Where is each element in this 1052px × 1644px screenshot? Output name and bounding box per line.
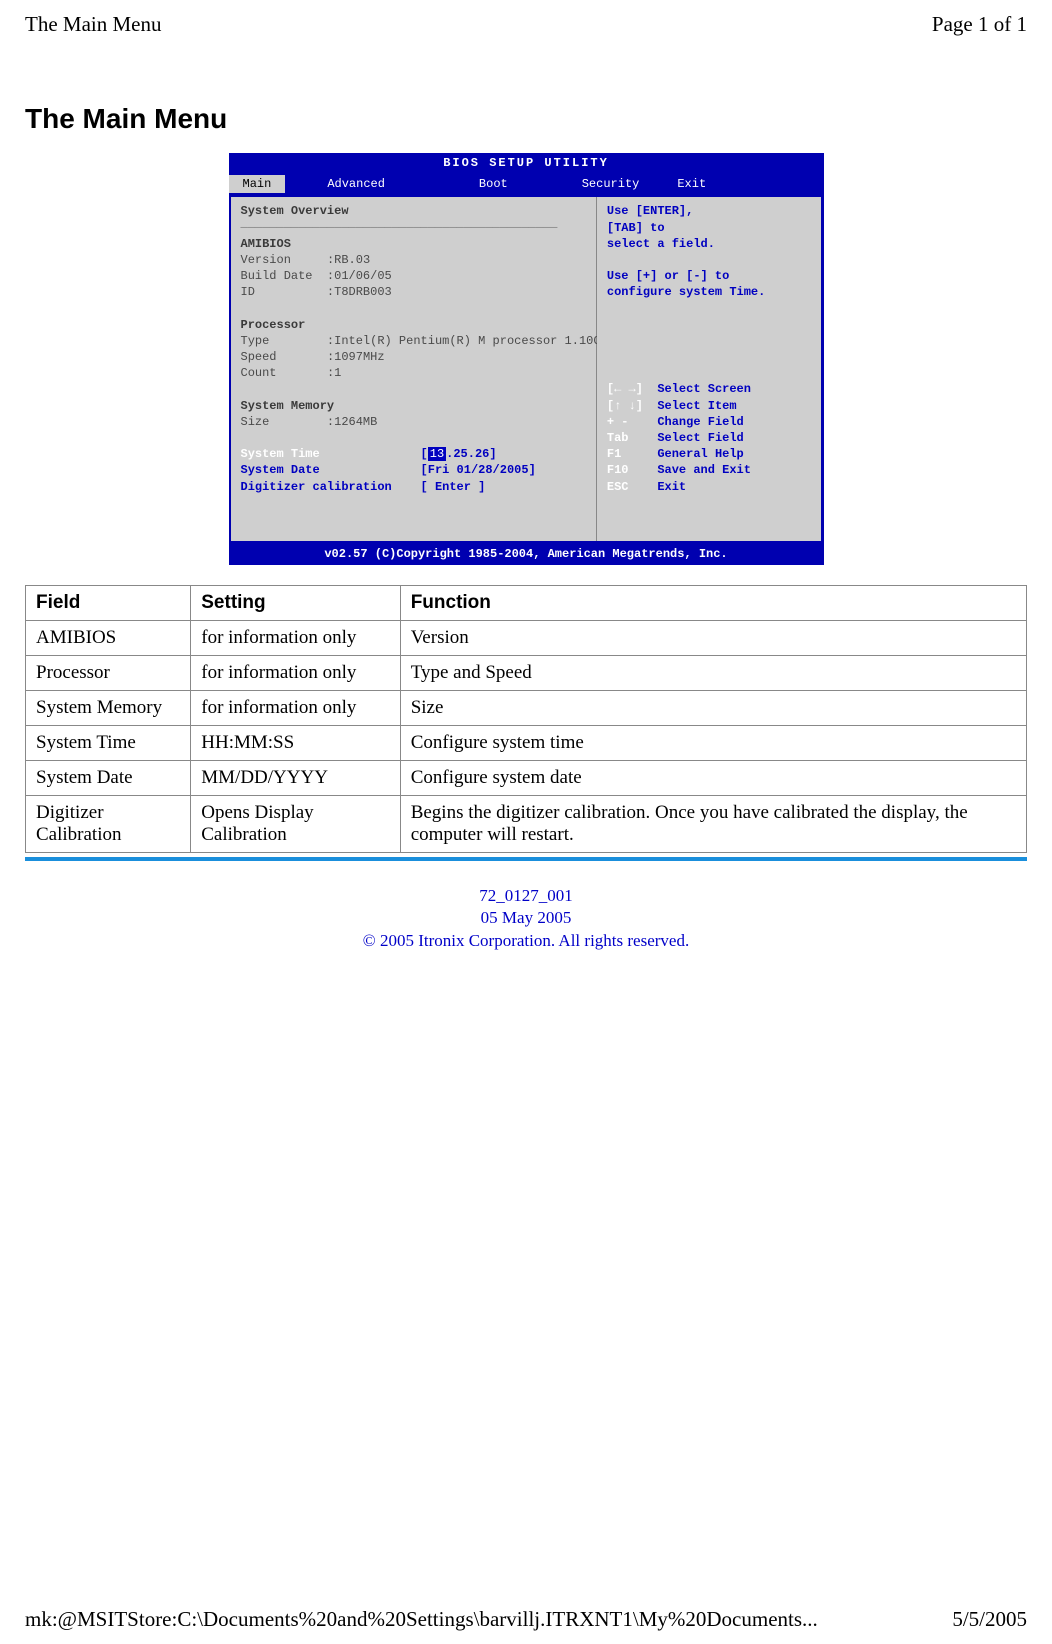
- bios-k1a: [← →]: [607, 382, 643, 396]
- cell-function: Version: [400, 621, 1026, 656]
- cell-function: Size: [400, 691, 1026, 726]
- cell-setting: for information only: [191, 656, 400, 691]
- bios-digi-label: Digitizer calibration: [241, 480, 392, 494]
- cell-setting: Opens Display Calibration: [191, 796, 400, 853]
- bios-proc-head: Processor: [241, 317, 586, 333]
- cell-function: Begins the digitizer calibration. Once y…: [400, 796, 1026, 853]
- bios-tab-exit: Exit: [663, 175, 720, 193]
- bios-size-label: Size: [241, 415, 270, 429]
- bios-footer: v02.57 (C)Copyright 1985-2004, American …: [229, 543, 824, 565]
- bios-k2a: [↑ ↓]: [607, 399, 643, 413]
- bios-digi-val: [ Enter ]: [421, 480, 486, 494]
- bios-bd-val: :01/06/05: [327, 269, 392, 283]
- header-bar: The Main Menu Page 1 of 1: [0, 0, 1052, 43]
- bios-help2: [TAB] to: [607, 220, 812, 236]
- bios-tab-main: Main: [229, 175, 286, 193]
- bios-tabs: Main Advanced Boot Security Exit: [229, 173, 824, 195]
- bios-k5a: F1: [607, 447, 621, 461]
- th-function: Function: [400, 586, 1026, 621]
- bios-k5b: General Help: [657, 447, 743, 461]
- bios-sysdate-label: System Date: [241, 463, 320, 477]
- table-row: System Date MM/DD/YYYY Configure system …: [26, 761, 1027, 796]
- bios-help4: Use [+] or [-] to: [607, 268, 812, 284]
- cell-setting: for information only: [191, 621, 400, 656]
- bios-tab-security: Security: [568, 175, 654, 193]
- doc-footer-l1: 72_0127_001: [0, 885, 1052, 907]
- cell-field: System Memory: [26, 691, 191, 726]
- bios-screenshot-wrap: BIOS SETUP UTILITY Main Advanced Boot Se…: [25, 153, 1027, 565]
- bios-ver-label: Version: [241, 253, 291, 267]
- bios-title: BIOS SETUP UTILITY: [229, 153, 824, 173]
- cell-function: Configure system date: [400, 761, 1026, 796]
- bios-k1b: Select Screen: [657, 382, 751, 396]
- bios-k3a: + -: [607, 415, 629, 429]
- bios-help5: configure system Time.: [607, 284, 812, 300]
- cell-field: System Time: [26, 726, 191, 761]
- cell-field: Processor: [26, 656, 191, 691]
- doc-footer-l3: © 2005 Itronix Corporation. All rights r…: [0, 930, 1052, 952]
- table-row: System Memory for information only Size: [26, 691, 1027, 726]
- cell-setting: MM/DD/YYYY: [191, 761, 400, 796]
- bios-type-val: :Intel(R) Pentium(R) M processor 1.10GHz: [327, 334, 615, 348]
- bios-k6b: Save and Exit: [657, 463, 751, 477]
- bottom-date: 5/5/2005: [952, 1607, 1027, 1632]
- bios-spd-label: Speed: [241, 350, 277, 364]
- bios-size-val: :1264MB: [327, 415, 377, 429]
- bios-ver-val: :RB.03: [327, 253, 370, 267]
- bios-spd-val: :1097MHz: [327, 350, 385, 364]
- bios-help1: Use [ENTER],: [607, 203, 812, 219]
- cell-field: Digitizer Calibration: [26, 796, 191, 853]
- bios-k7b: Exit: [657, 480, 686, 494]
- bios-k4a: Tab: [607, 431, 629, 445]
- bios-type-label: Type: [241, 334, 270, 348]
- bios-tab-boot: Boot: [465, 175, 522, 193]
- bios-k2b: Select Item: [657, 399, 736, 413]
- bios-id-val: :T8DRB003: [327, 285, 392, 299]
- bios-ami-head: AMIBIOS: [241, 236, 586, 252]
- bottom-path: mk:@MSITStore:C:\Documents%20and%20Setti…: [25, 1607, 818, 1632]
- bios-k7a: ESC: [607, 480, 629, 494]
- cell-setting: for information only: [191, 691, 400, 726]
- bios-k6a: F10: [607, 463, 629, 477]
- bios-left-pane: System Overview ────────────────────────…: [231, 197, 597, 541]
- cell-field: AMIBIOS: [26, 621, 191, 656]
- table-row: System Time HH:MM:SS Configure system ti…: [26, 726, 1027, 761]
- table-row: AMIBIOS for information only Version: [26, 621, 1027, 656]
- separator-rule: [25, 857, 1027, 861]
- cell-function: Type and Speed: [400, 656, 1026, 691]
- table-row: Digitizer Calibration Opens Display Cali…: [26, 796, 1027, 853]
- bios-right-pane: Use [ENTER], [TAB] to select a field. Us…: [597, 197, 822, 541]
- bios-tab-advanced: Advanced: [313, 175, 399, 193]
- bios-cnt-val: :1: [327, 366, 341, 380]
- fields-table: Field Setting Function AMIBIOS for infor…: [25, 585, 1027, 853]
- cell-function: Configure system time: [400, 726, 1026, 761]
- bios-sysdate-val: [Fri 01/28/2005]: [421, 463, 536, 477]
- bios-k3b: Change Field: [657, 415, 743, 429]
- cell-setting: HH:MM:SS: [191, 726, 400, 761]
- th-setting: Setting: [191, 586, 400, 621]
- bios-cnt-label: Count: [241, 366, 277, 380]
- bios-bd-label: Build Date: [241, 269, 313, 283]
- cell-field: System Date: [26, 761, 191, 796]
- table-row: Processor for information only Type and …: [26, 656, 1027, 691]
- header-title: The Main Menu: [25, 12, 161, 37]
- bios-k4b: Select Field: [657, 431, 743, 445]
- header-page: Page 1 of 1: [932, 12, 1027, 37]
- page-title: The Main Menu: [25, 103, 1027, 135]
- table-header-row: Field Setting Function: [26, 586, 1027, 621]
- bottom-bar: mk:@MSITStore:C:\Documents%20and%20Setti…: [25, 1607, 1027, 1632]
- bios-mem-head: System Memory: [241, 398, 586, 414]
- bios-help3: select a field.: [607, 236, 812, 252]
- doc-footer-l2: 05 May 2005: [0, 907, 1052, 929]
- doc-footer: 72_0127_001 05 May 2005 © 2005 Itronix C…: [0, 885, 1052, 951]
- bios-id-label: ID: [241, 285, 255, 299]
- bios-overview: System Overview: [241, 203, 586, 219]
- bios-systime-label: System Time: [241, 447, 320, 461]
- bios-systime-hh: 13: [428, 447, 446, 461]
- bios-screenshot: BIOS SETUP UTILITY Main Advanced Boot Se…: [229, 153, 824, 565]
- bios-systime-rest: .25.26]: [446, 447, 496, 461]
- th-field: Field: [26, 586, 191, 621]
